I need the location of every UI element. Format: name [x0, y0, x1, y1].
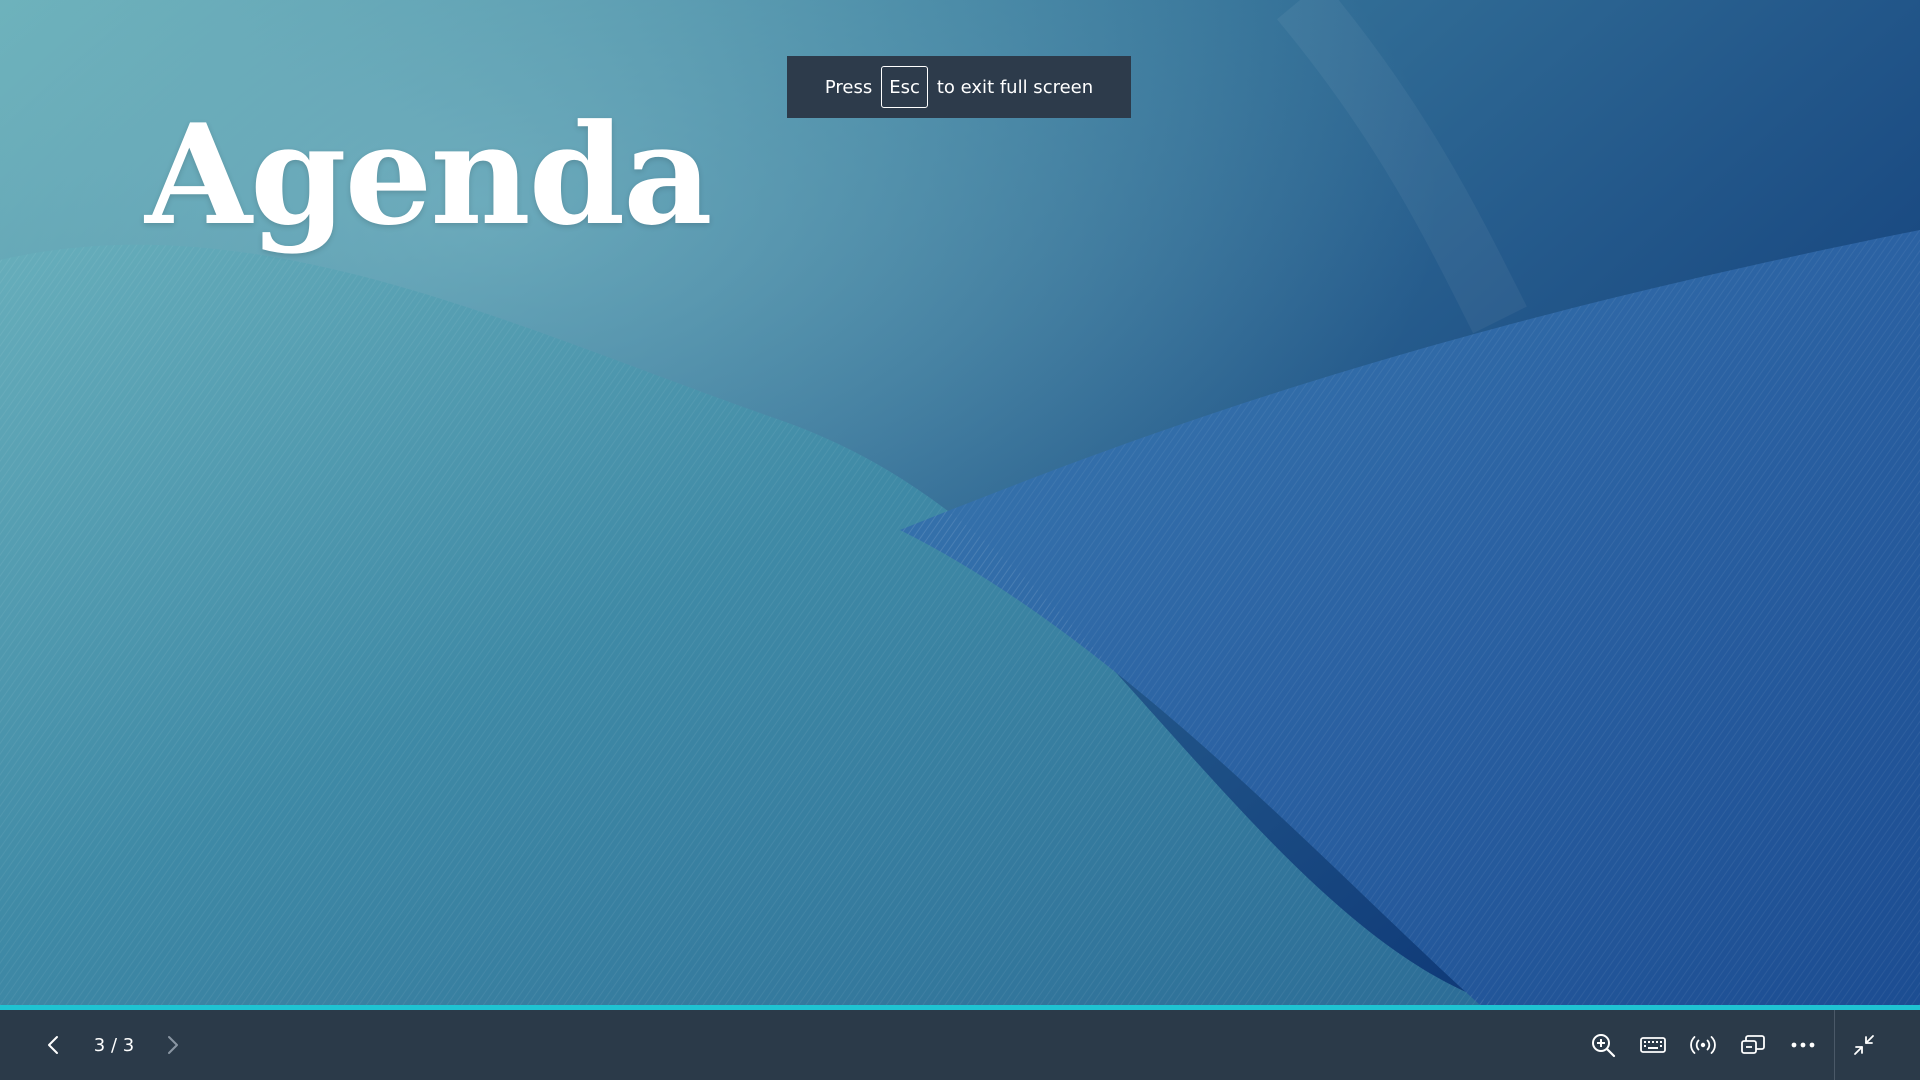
- esc-key-badge: Esc: [881, 66, 928, 108]
- keyboard-icon: [1640, 1037, 1666, 1053]
- display-settings-button[interactable]: [1728, 1020, 1778, 1070]
- presentation-toolbar: 3 / 3: [0, 1010, 1920, 1080]
- slide-counter: 3 / 3: [93, 1034, 135, 1056]
- chevron-right-icon: [168, 1036, 178, 1054]
- chevron-left-icon: [48, 1036, 58, 1054]
- fullscreen-exit-hint: Press Esc to exit full screen: [787, 56, 1131, 118]
- previous-slide-button[interactable]: [29, 1020, 79, 1070]
- zoom-button[interactable]: [1578, 1020, 1628, 1070]
- broadcast-icon: [1690, 1036, 1716, 1054]
- exit-fullscreen-button[interactable]: [1839, 1020, 1889, 1070]
- keyboard-shortcuts-button[interactable]: [1628, 1020, 1678, 1070]
- slide-title: Agenda: [145, 93, 713, 256]
- more-options-button[interactable]: [1778, 1020, 1828, 1070]
- broadcast-button[interactable]: [1678, 1020, 1728, 1070]
- hint-prefix: Press: [824, 76, 873, 98]
- toolbar-divider: [1834, 1010, 1835, 1080]
- hint-suffix: to exit full screen: [936, 76, 1094, 98]
- more-options-icon: [1791, 1042, 1815, 1048]
- slide-canvas: Agenda Press Esc to exit full screen: [0, 0, 1920, 1005]
- display-settings-icon: [1741, 1035, 1765, 1054]
- zoom-in-icon: [1592, 1034, 1616, 1058]
- next-slide-button[interactable]: [147, 1020, 197, 1070]
- exit-fullscreen-icon: [1854, 1035, 1874, 1055]
